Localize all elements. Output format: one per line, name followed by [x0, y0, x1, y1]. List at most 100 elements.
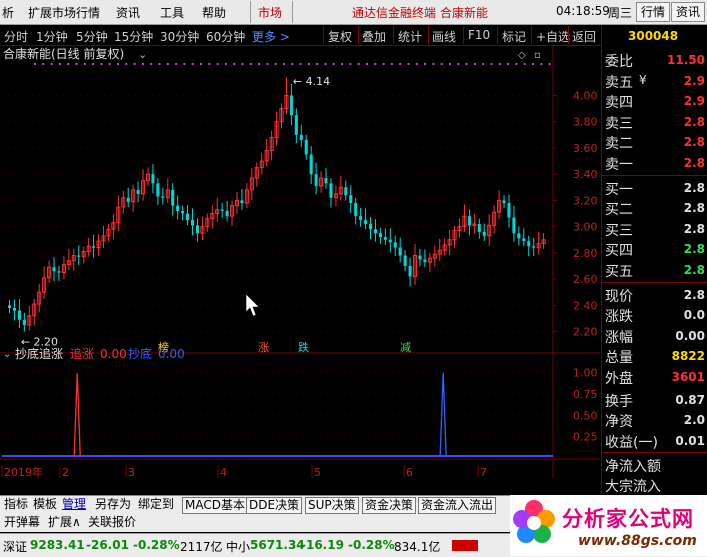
- diamond-icon[interactable]: ◇: [518, 50, 526, 61]
- period-15min[interactable]: 15分钟: [114, 28, 153, 45]
- candle-body[interactable]: [294, 115, 298, 135]
- candle-body[interactable]: [373, 229, 377, 234]
- info-button[interactable]: 资讯: [671, 2, 706, 22]
- candle-body[interactable]: [522, 238, 526, 242]
- candle-body[interactable]: [423, 259, 427, 263]
- candle-body[interactable]: [517, 233, 521, 239]
- tab-template[interactable]: 模板: [33, 497, 57, 512]
- candle-body[interactable]: [507, 203, 511, 218]
- tab-save-as[interactable]: 另存为: [95, 497, 131, 512]
- period-1min[interactable]: 1分钟: [36, 28, 68, 45]
- candle-body[interactable]: [57, 271, 61, 273]
- candle-body[interactable]: [22, 319, 26, 326]
- candle-body[interactable]: [186, 213, 190, 221]
- tab-sup[interactable]: SUP决策: [305, 497, 359, 514]
- toolbar-mark[interactable]: 标记: [502, 28, 526, 45]
- event-tag[interactable]: 减: [400, 341, 411, 354]
- candle-body[interactable]: [289, 95, 293, 116]
- quote-button[interactable]: 行情: [636, 2, 671, 22]
- toolbar-adjust[interactable]: 复权: [328, 28, 352, 45]
- candle-body[interactable]: [156, 183, 160, 197]
- candle-body[interactable]: [512, 217, 516, 234]
- expand-toggle[interactable]: 扩展∧: [48, 515, 81, 530]
- candle-body[interactable]: [364, 220, 368, 225]
- tab-bind-to[interactable]: 绑定到: [138, 497, 174, 512]
- candle-body[interactable]: [393, 242, 397, 248]
- period-intraday[interactable]: 分时: [4, 28, 28, 45]
- candle-body[interactable]: [408, 265, 412, 277]
- candle-body[interactable]: [12, 307, 17, 311]
- candle-body[interactable]: [368, 224, 373, 230]
- candle-body[interactable]: [467, 216, 471, 226]
- menu-item-extended-market[interactable]: 扩展市场行情: [28, 4, 100, 21]
- candle-body[interactable]: [304, 140, 308, 155]
- candle-body[interactable]: [418, 255, 422, 260]
- toolbar-stats[interactable]: 统计: [398, 28, 422, 45]
- menu-item-market[interactable]: 市场: [258, 4, 282, 21]
- period-30min[interactable]: 30分钟: [160, 28, 199, 45]
- candle-body[interactable]: [324, 178, 328, 184]
- candle-body[interactable]: [190, 220, 195, 226]
- candle-body[interactable]: [240, 200, 244, 204]
- period-5min[interactable]: 5分钟: [76, 28, 108, 45]
- tab-indicator[interactable]: 指标: [4, 497, 28, 512]
- candle-body[interactable]: [477, 224, 481, 232]
- candle-body[interactable]: [388, 239, 392, 243]
- period-60min[interactable]: 60分钟: [206, 28, 245, 45]
- tab-fund-decision[interactable]: 资金决策: [362, 497, 417, 514]
- period-more[interactable]: 更多 >: [252, 28, 290, 45]
- candle-body[interactable]: [136, 189, 140, 194]
- toolbar-f10[interactable]: F10: [468, 28, 490, 42]
- candle-body[interactable]: [329, 183, 333, 198]
- candle-body[interactable]: [309, 154, 313, 175]
- event-tag[interactable]: 跌: [298, 340, 309, 354]
- candle-body[interactable]: [181, 210, 185, 214]
- toolbar-draw[interactable]: 画线: [432, 28, 456, 45]
- tab-dde[interactable]: DDE决策: [246, 497, 303, 514]
- candle-body[interactable]: [52, 267, 56, 272]
- candle-body[interactable]: [220, 209, 224, 211]
- toolbar-add-watchlist[interactable]: +自选: [536, 28, 570, 45]
- candle-body[interactable]: [349, 195, 353, 204]
- candle-body[interactable]: [344, 187, 348, 196]
- menu-item-analysis[interactable]: 析: [2, 4, 14, 21]
- toolbar-overlay[interactable]: 叠加: [362, 28, 386, 45]
- candle-body[interactable]: [398, 247, 402, 256]
- candle-body[interactable]: [151, 174, 155, 184]
- candle-body[interactable]: [359, 216, 363, 221]
- candle-body[interactable]: [8, 305, 12, 308]
- candle-body[interactable]: [176, 205, 180, 211]
- tab-fund-flow[interactable]: 资金流入流出: [418, 497, 497, 514]
- candle-body[interactable]: [171, 189, 175, 206]
- candle-body[interactable]: [161, 196, 165, 198]
- candle-body[interactable]: [225, 210, 229, 217]
- candle-body[interactable]: [403, 255, 407, 266]
- expand-icon[interactable]: ▫: [534, 50, 541, 61]
- event-tag[interactable]: 涨: [258, 341, 269, 354]
- menu-item-tools[interactable]: 工具: [160, 4, 184, 21]
- candle-body[interactable]: [527, 241, 531, 247]
- tab-macd[interactable]: MACD基本: [182, 497, 248, 514]
- price-chart[interactable]: 4.00 3.80 3.60 3.40 3.20 3.00 2.80 2.60 2.40 2.20…: [0, 46, 600, 478]
- candle-body[interactable]: [195, 225, 199, 234]
- toolbar-back[interactable]: 返回: [572, 28, 596, 45]
- candle-body[interactable]: [17, 310, 21, 320]
- candle-body[interactable]: [502, 200, 506, 204]
- candle-body[interactable]: [299, 134, 303, 141]
- candle-body[interactable]: [314, 174, 318, 186]
- chart-title-chevron-icon[interactable]: ⌄: [138, 48, 147, 61]
- candle-body[interactable]: [482, 231, 486, 236]
- menu-item-news[interactable]: 资讯: [116, 4, 140, 21]
- collapse-chevron-icon[interactable]: ⌄: [3, 349, 11, 360]
- candle-body[interactable]: [77, 255, 81, 257]
- candle-body[interactable]: [354, 203, 358, 217]
- candle-body[interactable]: [126, 197, 130, 202]
- related-quotes[interactable]: 关联报价: [88, 515, 136, 530]
- candle-body[interactable]: [378, 233, 382, 238]
- tab-manage[interactable]: 管理: [62, 497, 86, 512]
- candle-body[interactable]: [383, 237, 387, 240]
- candle-body[interactable]: [532, 246, 536, 248]
- menu-item-help[interactable]: 帮助: [202, 4, 226, 21]
- danmaku-toggle[interactable]: 开弹幕: [4, 515, 40, 530]
- candle-body[interactable]: [92, 246, 96, 248]
